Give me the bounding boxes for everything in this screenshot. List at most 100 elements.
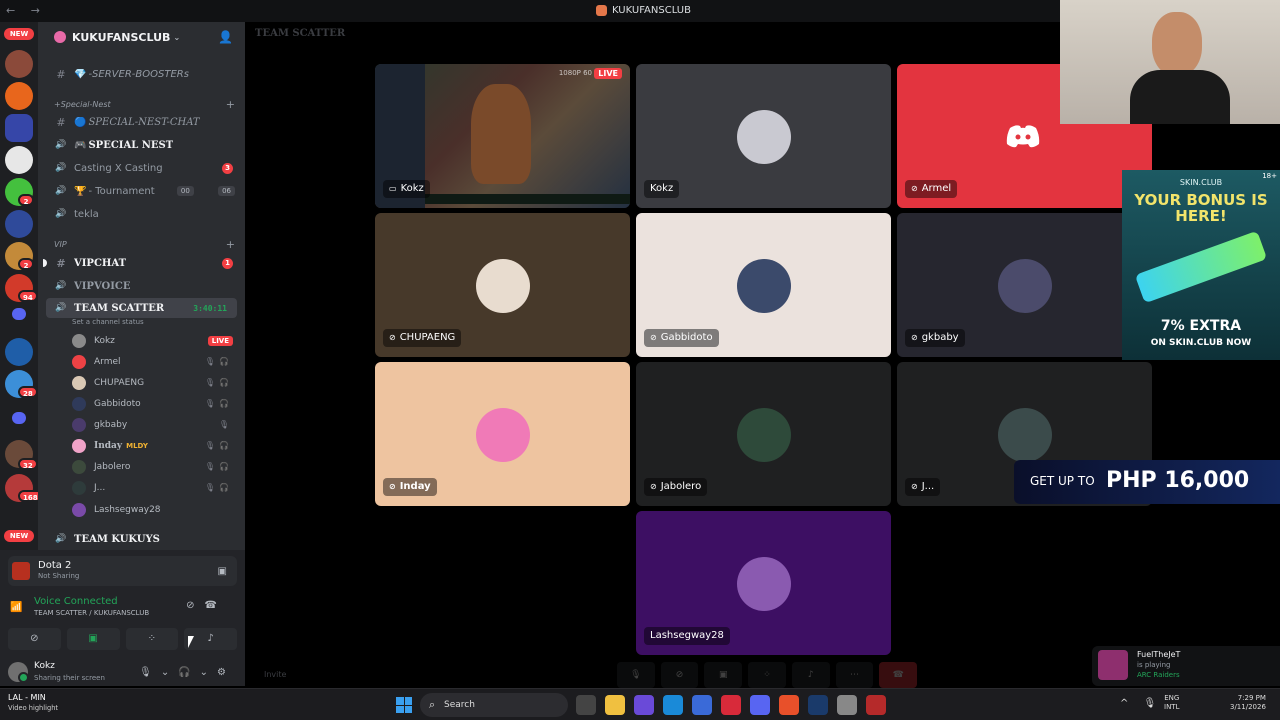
- share-screen-button[interactable]: ▣: [66, 628, 120, 650]
- screen-share-icon[interactable]: ▣: [218, 566, 227, 577]
- game-activity[interactable]: Dota 2 Not Sharing ▣: [8, 556, 237, 586]
- guild-header[interactable]: KUKUFANSCLUB ⌄ 👤: [38, 22, 245, 52]
- channel-special-nest-chat[interactable]: # 🔵 SPECIAL-NEST-CHAT: [38, 111, 245, 133]
- activity-toast[interactable]: FuelTheJeT is playing ARC Raiders: [1092, 646, 1280, 686]
- channel-sidebar: KUKUFANSCLUB ⌄ 👤 # 💎 -SERVER-BOOSTERs + S…: [38, 22, 245, 550]
- activities-button[interactable]: ⁘: [125, 628, 179, 650]
- system-clock[interactable]: 7:29 PM 3/11/2026: [1230, 694, 1266, 712]
- add-channel-icon[interactable]: +: [226, 238, 235, 251]
- mic-headset-settings-icons[interactable]: 🎙⌄🎧⌄⚙: [139, 667, 235, 678]
- task-view-icon[interactable]: [576, 695, 596, 715]
- share-button[interactable]: ▣: [704, 662, 743, 688]
- speaker-icon: 🔊: [55, 281, 67, 291]
- channel-team-scatter[interactable]: 🔊 TEAM SCATTER 3:40:11: [46, 298, 237, 318]
- app-icon[interactable]: [837, 695, 857, 715]
- server-icon[interactable]: [5, 146, 33, 174]
- copilot-icon[interactable]: [634, 695, 654, 715]
- voice-member[interactable]: gkbaby 🎙: [38, 414, 245, 435]
- voice-member[interactable]: Inday MLDY 🎙🎧: [38, 435, 245, 456]
- voice-member[interactable]: Gabbidoto 🎙🎧: [38, 393, 245, 414]
- participant-tile[interactable]: Kokz: [636, 64, 891, 208]
- windows-start-icon[interactable]: [396, 697, 412, 713]
- folder-icon[interactable]: [12, 412, 26, 424]
- server-icon[interactable]: [5, 50, 33, 78]
- lang-bottom: INTL: [1164, 703, 1180, 711]
- activity-button[interactable]: ⁘: [748, 662, 786, 688]
- voice-member[interactable]: CHUPAENG 🎙🎧: [38, 372, 245, 393]
- server-icon[interactable]: [5, 114, 33, 142]
- participant-tile[interactable]: ⊘ Inday: [375, 362, 630, 506]
- disconnect-icon[interactable]: ⊘☎: [186, 600, 227, 611]
- lang-top: ENG: [1164, 694, 1180, 702]
- channel-special-nest[interactable]: 🔊 🎮 SPECIAL NEST: [38, 134, 245, 156]
- taskbar-search[interactable]: Search: [420, 693, 568, 717]
- game-info: Dota 2 Not Sharing: [38, 560, 79, 582]
- voice-member[interactable]: J... 🎙🎧: [38, 477, 245, 498]
- user-limit-pill: 00: [176, 186, 194, 196]
- disconnect-button[interactable]: ☎: [879, 662, 918, 688]
- discord-taskbar-icon[interactable]: [750, 695, 770, 715]
- channel-team-kukuys[interactable]: 🔊 TEAM KUKUYS: [38, 528, 245, 550]
- participant-tile[interactable]: ⊘ Gabbidoto: [636, 213, 891, 357]
- language-indicator[interactable]: ENG INTL: [1164, 694, 1179, 712]
- channel-emoji: 🔵: [74, 116, 87, 128]
- more-button[interactable]: ⋯: [835, 662, 874, 688]
- widgets-news[interactable]: LAL - MIN Video highlight: [8, 693, 58, 713]
- server-icon[interactable]: [5, 338, 33, 366]
- camera-button[interactable]: ⊘: [660, 662, 699, 688]
- server-icon[interactable]: [5, 82, 33, 110]
- stream-tile[interactable]: 1080P 60 LIVE ▭ Kokz: [375, 64, 630, 208]
- brave-icon[interactable]: [779, 695, 799, 715]
- channel-vipchat[interactable]: # VIPCHAT 1: [38, 252, 245, 274]
- window-title-text: KUKUFANSCLUB: [612, 5, 691, 16]
- mention-badge: 1: [222, 257, 233, 269]
- participant-tile[interactable]: ⊘ CHUPAENG: [375, 213, 630, 357]
- tile-name: J...: [921, 481, 935, 492]
- channel-tekla[interactable]: 🔊 tekla: [38, 203, 245, 225]
- tile-label: ⊘ gkbaby: [905, 329, 965, 347]
- app-icon[interactable]: [866, 695, 886, 715]
- app-icon[interactable]: [721, 695, 741, 715]
- channel-server-boosters[interactable]: # 💎 -SERVER-BOOSTERs: [38, 63, 245, 85]
- mic-button[interactable]: 🎙: [617, 662, 655, 688]
- folder-icon[interactable]: [12, 308, 26, 320]
- voice-member[interactable]: Lashsegway28: [38, 499, 245, 520]
- invite-button[interactable]: Invite: [264, 670, 286, 679]
- channel-vipvoice[interactable]: 🔊 VIPVOICE: [38, 275, 245, 297]
- avatar: [72, 333, 86, 348]
- voice-member[interactable]: Armel 🎙🎧: [38, 351, 245, 372]
- voice-member[interactable]: Kokz LIVE: [38, 330, 245, 351]
- promo-prefix: GET UP TO: [1030, 474, 1095, 488]
- muted-mic-icon: ⊘: [650, 482, 657, 491]
- avatar: [72, 375, 86, 390]
- participant-tile[interactable]: ⊘ Jabolero: [636, 362, 891, 506]
- nav-arrows[interactable]: ← →: [6, 4, 46, 17]
- channel-casting[interactable]: 🔊 Casting X Casting 3: [38, 157, 245, 179]
- server-icon[interactable]: [5, 210, 33, 238]
- file-explorer-icon[interactable]: [605, 695, 625, 715]
- channel-status-hint[interactable]: Set a channel status: [72, 318, 144, 326]
- vscode-icon[interactable]: [808, 695, 828, 715]
- system-tray[interactable]: ^ 🎙: [1120, 698, 1162, 709]
- clock-time: 7:29 PM: [1237, 694, 1266, 702]
- add-channel-icon[interactable]: +: [226, 98, 235, 111]
- current-user[interactable]: Kokz Sharing their screen 🎙⌄🎧⌄⚙: [0, 658, 245, 686]
- avatar: [737, 259, 791, 313]
- member-name: J...: [94, 482, 106, 493]
- edge-icon[interactable]: [663, 695, 683, 715]
- participant-tile[interactable]: ⊘ gkbaby: [897, 213, 1152, 357]
- voice-status[interactable]: Voice Connected: [34, 596, 118, 607]
- clock-date: 3/11/2026: [1230, 703, 1266, 711]
- store-icon[interactable]: [692, 695, 712, 715]
- avatar: [998, 408, 1052, 462]
- add-member-icon[interactable]: 👤: [218, 30, 233, 44]
- voice-member[interactable]: Jabolero 🎙🎧: [38, 456, 245, 477]
- voice-location[interactable]: TEAM SCATTER / KUKUFANSCLUB: [34, 609, 149, 617]
- channel-tournament[interactable]: 🔊 🏆 - Tournament 00 06: [38, 180, 245, 202]
- camera-off-button[interactable]: ⊘: [8, 628, 61, 650]
- channel-name: SPECIAL-NEST-CHAT: [88, 116, 200, 128]
- soundboard-button[interactable]: ♪: [791, 662, 830, 688]
- game-title: Dota 2: [38, 560, 72, 571]
- member-name: Inday: [94, 440, 123, 451]
- participant-tile[interactable]: Lashsegway28: [636, 511, 891, 655]
